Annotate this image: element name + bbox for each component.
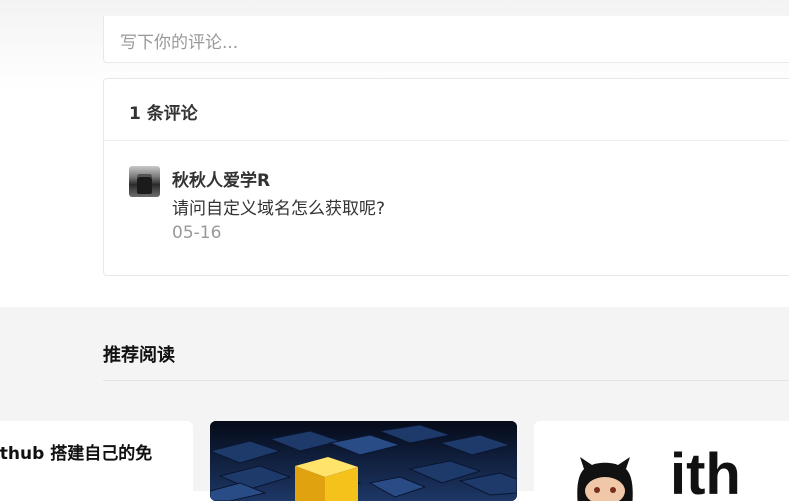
recommended-card[interactable]: Github 搭建自己的免 bbox=[0, 421, 193, 501]
comment-item: 秋秋人爱学R 请问自定义域名怎么获取呢? 05-16 bbox=[104, 141, 789, 276]
divider bbox=[103, 380, 789, 381]
comment-date: 05-16 bbox=[172, 223, 222, 243]
blue-cubes-image bbox=[210, 421, 517, 501]
github-logo-text: ith bbox=[670, 442, 741, 501]
recommended-title: 推荐阅读 bbox=[103, 345, 175, 366]
avatar-image-icon bbox=[137, 174, 152, 194]
comments-section: 写下你的评论... 1 条评论 秋秋人爱学R 请问自定义域名怎么获取呢? 05-… bbox=[0, 0, 789, 307]
recommended-card[interactable] bbox=[210, 421, 517, 501]
comment-input-placeholder: 写下你的评论... bbox=[120, 33, 239, 53]
recommended-card-title[interactable]: Github 搭建自己的免 bbox=[0, 439, 152, 464]
github-octocat-icon bbox=[577, 457, 633, 501]
avatar[interactable] bbox=[129, 166, 160, 197]
recommended-card[interactable]: ith bbox=[534, 421, 789, 501]
comment-input[interactable]: 写下你的评论... bbox=[103, 16, 789, 63]
recommended-section: 推荐阅读 Github 搭建自己的免 bbox=[0, 307, 789, 501]
comments-card: 1 条评论 秋秋人爱学R 请问自定义域名怎么获取呢? 05-16 bbox=[103, 78, 789, 276]
comments-count-header: 1 条评论 bbox=[104, 79, 789, 141]
comment-author[interactable]: 秋秋人爱学R bbox=[172, 166, 270, 191]
comment-text: 请问自定义域名怎么获取呢? bbox=[172, 199, 386, 219]
